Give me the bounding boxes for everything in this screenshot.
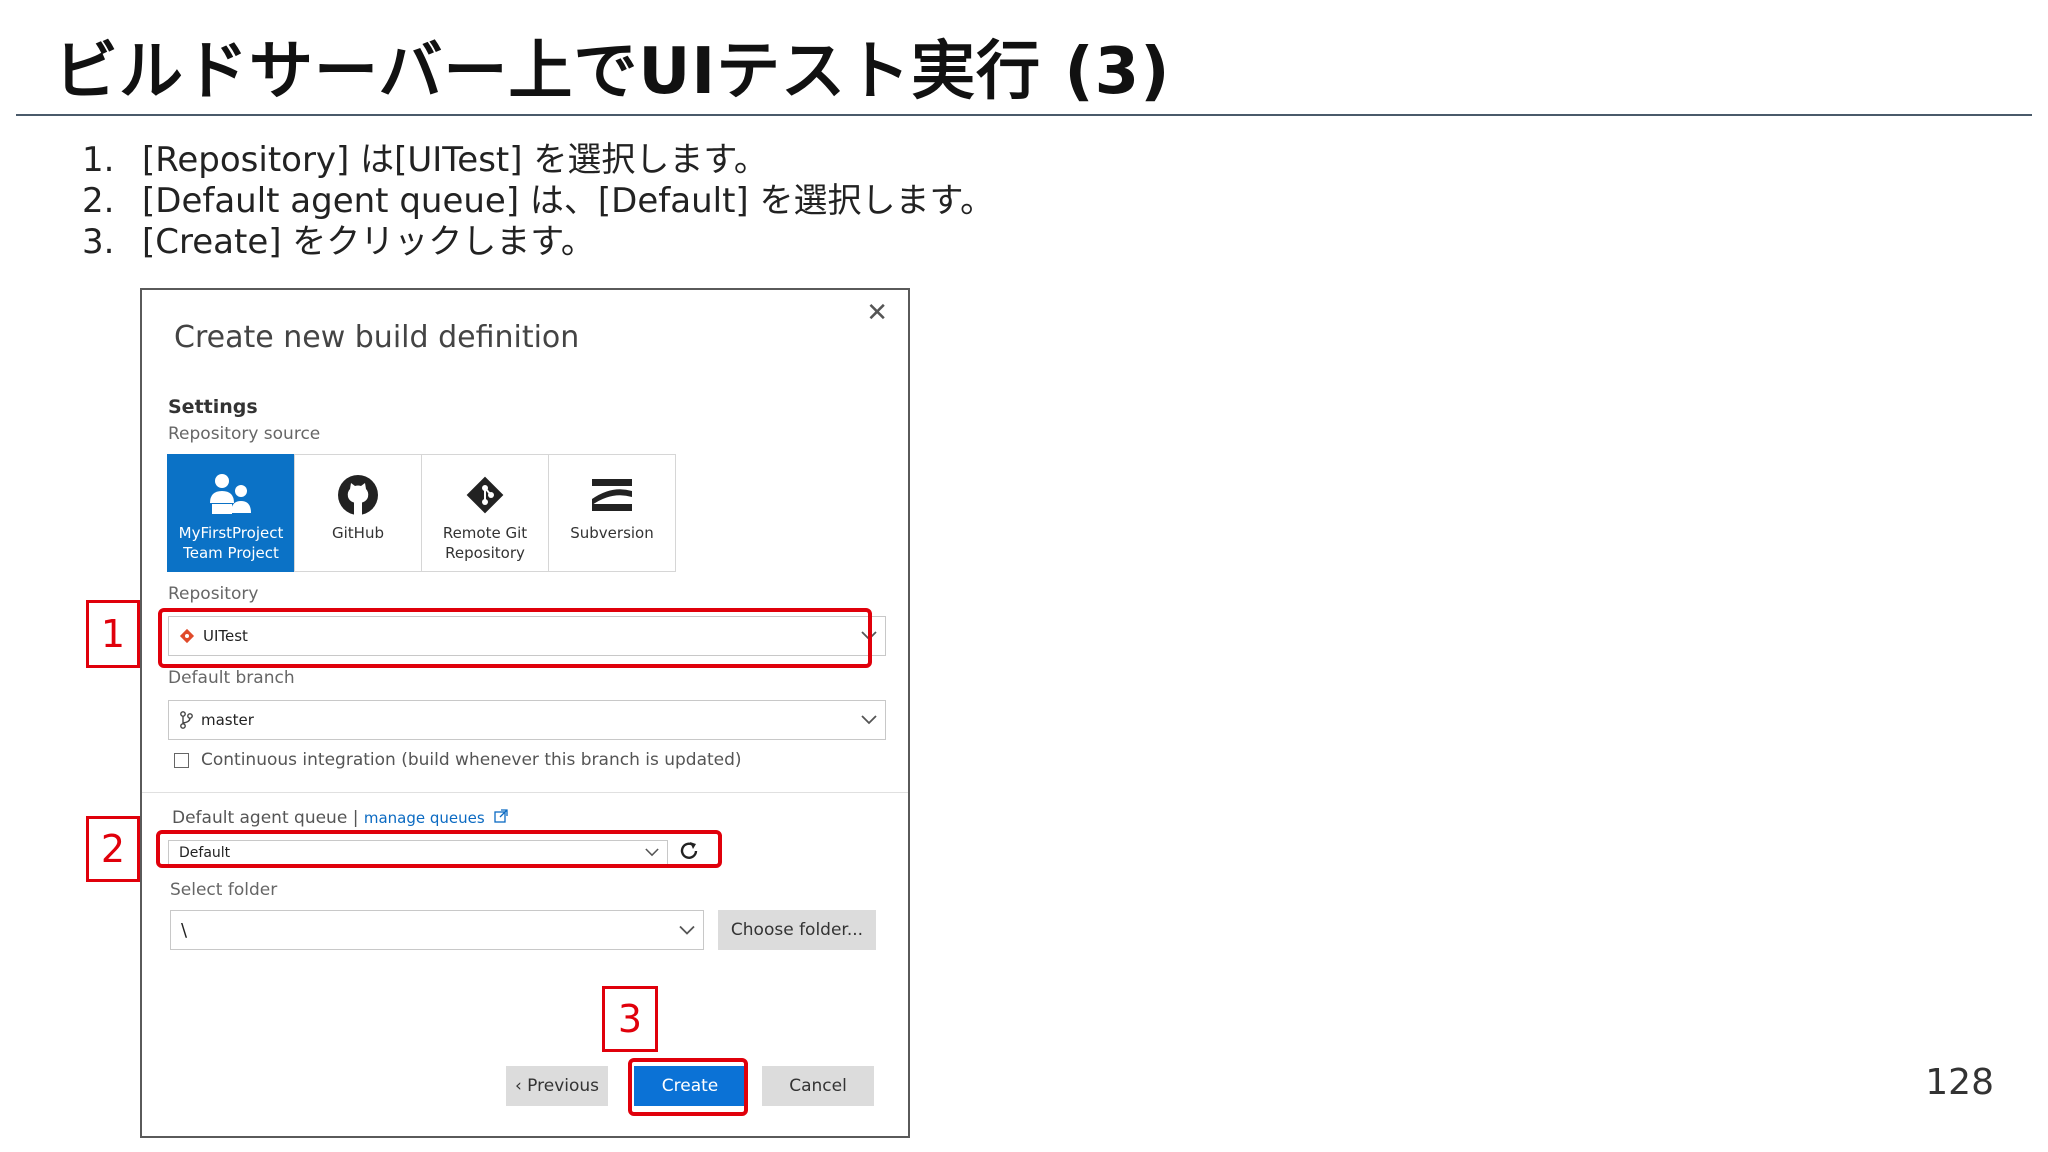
close-icon[interactable]: ✕ [866,298,888,328]
branch-value: master [201,711,254,729]
source-tile-subversion[interactable]: Subversion [548,454,676,572]
slide-title: ビルドサーバー上でUIテスト実行 (3) [54,35,1171,109]
team-project-icon [208,471,254,519]
ci-checkbox-row[interactable]: Continuous integration (build whenever t… [174,750,742,770]
highlight-create-button [628,1058,748,1116]
step-text: [Default agent queue] は、[Default] を選択します… [142,181,995,221]
folder-label: Select folder [170,880,278,900]
github-icon [336,471,380,519]
step-number: 3. [82,222,115,262]
queue-label: Default agent queue | [172,808,359,828]
instruction-step-2: 2. [Default agent queue] は、[Default] を選択し… [82,181,994,222]
build-definition-dialog: ✕ Create new build definition Settings R… [140,288,910,1138]
subversion-icon [590,471,634,519]
title-divider [16,114,2032,116]
repository-source-label: Repository source [168,424,321,444]
highlight-repository [158,608,872,668]
annotation-number-3: 3 [602,986,658,1052]
source-tile-team-project[interactable]: MyFirstProject Team Project [167,454,295,572]
choose-folder-button[interactable]: Choose folder... [718,910,876,950]
manage-queues-link[interactable]: manage queues [364,809,485,827]
page-number: 128 [1925,1062,1994,1103]
ci-checkbox[interactable] [174,752,189,768]
queue-label-row: Default agent queue | manage queues [172,808,508,828]
branch-icon [179,711,193,729]
tile-label: GitHub [332,524,384,542]
step-number: 1. [82,140,115,180]
instruction-step-1: 1. [Repository] は[UITest] を選択します。 [82,140,994,181]
cancel-button[interactable]: Cancel [762,1066,874,1106]
annotation-number-2: 2 [86,816,140,882]
step-text: [Create] をクリックします。 [142,222,595,262]
settings-heading: Settings [168,396,258,418]
repository-source-tiles: MyFirstProject Team Project GitHub Remot… [167,454,676,572]
branch-select[interactable]: master [168,700,886,740]
step-text: [Repository] は[UITest] を選択します。 [142,140,768,180]
tile-label: MyFirstProject [178,524,284,542]
tile-label: Subversion [570,524,654,542]
tile-label: Remote Git [442,524,528,542]
folder-select[interactable]: \ [170,910,704,950]
instruction-step-3: 3. [Create] をクリックします。 [82,222,994,263]
highlight-agent-queue [156,830,722,868]
annotation-number-1: 1 [86,600,140,668]
instruction-list: 1. [Repository] は[UITest] を選択します。 2. [Defa… [82,140,994,263]
tile-label: Repository [445,544,525,562]
step-number: 2. [82,181,115,221]
section-divider [142,792,908,793]
external-link-icon [494,808,508,828]
folder-value: \ [181,919,188,941]
git-icon [465,471,505,519]
chevron-down-icon [679,920,695,941]
tile-label: Team Project [183,544,279,562]
source-tile-github[interactable]: GitHub [294,454,422,572]
dialog-title: Create new build definition [174,320,580,355]
repository-label: Repository [168,584,259,604]
ci-label: Continuous integration (build whenever t… [201,750,742,770]
previous-button[interactable]: ‹ Previous [506,1066,608,1106]
branch-label: Default branch [168,668,295,688]
source-tile-remote-git[interactable]: Remote Git Repository [421,454,549,572]
chevron-down-icon [861,711,877,729]
